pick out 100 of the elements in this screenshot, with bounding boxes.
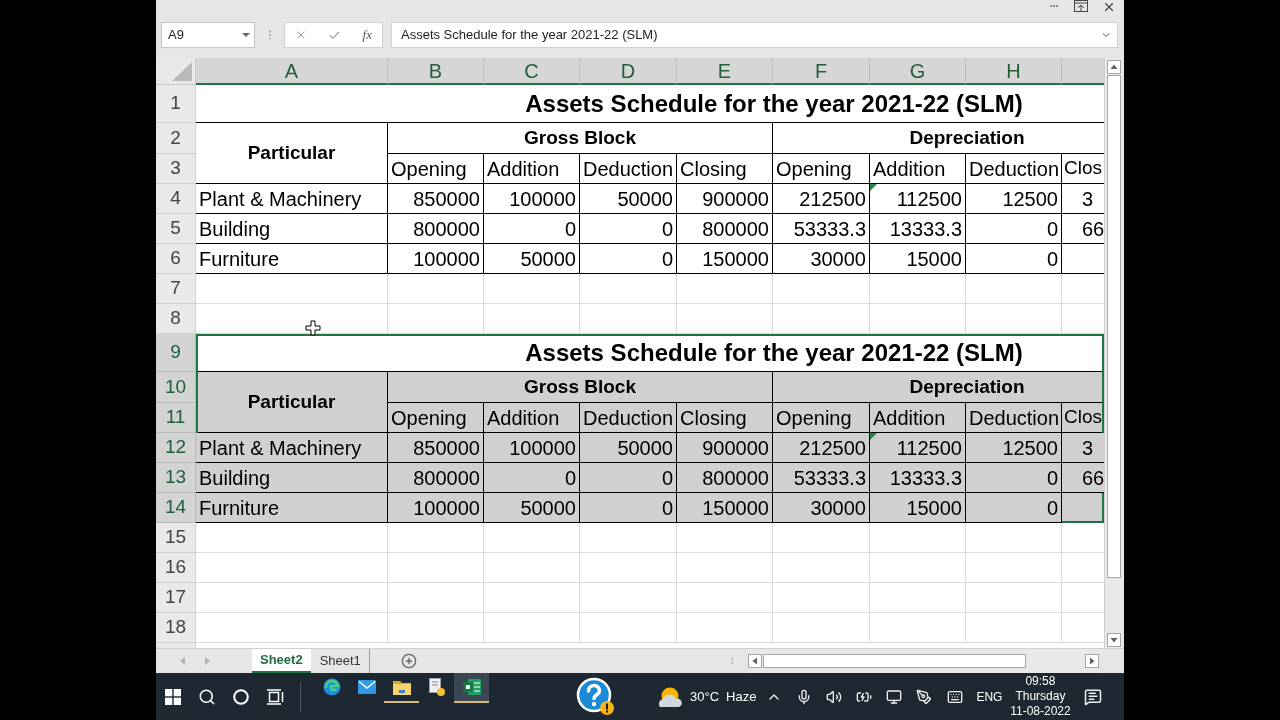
column-header[interactable]: D: [580, 58, 677, 85]
column-header[interactable]: B: [388, 58, 484, 85]
clock-time[interactable]: 09:58: [1025, 674, 1056, 689]
weather-condition[interactable]: Haze: [726, 686, 757, 707]
column-header[interactable]: [1062, 58, 1104, 85]
cell-value: 800000: [413, 465, 480, 491]
row-header[interactable]: 10: [156, 372, 196, 403]
cell-value: 53333.3: [793, 216, 866, 242]
row-header[interactable]: 11: [156, 403, 196, 433]
cell-value: 150000: [702, 246, 769, 272]
speaker-icon[interactable]: [826, 688, 843, 705]
spreadsheet-icon: [462, 679, 481, 695]
row-header[interactable]: 8: [156, 304, 196, 334]
search-icon[interactable]: [198, 687, 216, 706]
cell-value: 150000: [702, 495, 769, 521]
scroll-up-icon[interactable]: [1106, 60, 1121, 74]
header-cell: Opening: [773, 154, 870, 184]
cell-value: 850000: [413, 435, 480, 461]
cell-value: 112500: [896, 186, 962, 212]
row-header[interactable]: 6: [156, 244, 196, 274]
row-header[interactable]: 16: [156, 553, 196, 583]
cell-value: 0: [661, 465, 673, 491]
row-header[interactable]: 18: [156, 613, 196, 643]
cell-value: 0: [661, 216, 673, 242]
pen-icon[interactable]: [916, 688, 933, 705]
header-cell: Gross Block: [388, 372, 773, 403]
column-header[interactable]: G: [870, 58, 966, 85]
vertical-scrollbar[interactable]: [1104, 58, 1122, 648]
cell-value: 0: [1046, 495, 1058, 521]
scroll-left-icon[interactable]: [747, 654, 762, 668]
cancel-icon[interactable]: [295, 29, 307, 41]
weather-icon[interactable]: [657, 685, 683, 708]
row-header[interactable]: 9: [156, 334, 196, 372]
row-header[interactable]: 5: [156, 214, 196, 244]
column-header[interactable]: F: [773, 58, 870, 85]
row-header[interactable]: 1: [156, 85, 196, 123]
row-header[interactable]: 4: [156, 184, 196, 214]
cell-value: 13333.3: [889, 465, 962, 491]
cell-value: 212500: [799, 435, 866, 461]
browser-icon: [322, 678, 341, 696]
row-label: Building: [199, 465, 271, 491]
row-header[interactable]: 2: [156, 123, 196, 154]
column-header[interactable]: A: [196, 58, 388, 85]
cell-value: 12500: [1002, 186, 1058, 212]
header-cell: Addition: [870, 403, 966, 433]
mail-icon: [357, 680, 376, 694]
circle-icon[interactable]: [233, 688, 249, 705]
scrollbar-thumb[interactable]: [762, 654, 1026, 668]
row-label: Furniture: [199, 246, 280, 272]
scrollbar-thumb[interactable]: [1106, 75, 1121, 578]
row-header[interactable]: 7: [156, 274, 196, 304]
row-label: Plant & Machinery: [199, 186, 362, 212]
formula-field[interactable]: Assets Schedule for the year 2021-22 (SLM): [391, 22, 1118, 48]
dropdown-caret-icon[interactable]: [242, 33, 250, 37]
notification-icon[interactable]: [1084, 687, 1103, 706]
cell-value: 100000: [509, 435, 576, 461]
header-cell: Particular: [196, 372, 388, 433]
cell-value: 0: [564, 216, 576, 242]
cell-value: 850000: [413, 186, 480, 212]
sheet-tab[interactable]: Sheet2: [252, 649, 311, 673]
column-header[interactable]: H: [966, 58, 1062, 85]
language-indicator[interactable]: ENG: [976, 687, 1003, 706]
windows-logo-icon[interactable]: [165, 688, 181, 705]
cell-value: 12500: [1002, 435, 1058, 461]
row-header[interactable]: 14: [156, 493, 196, 523]
monitor-icon[interactable]: [886, 688, 903, 705]
table-title: Assets Schedule for the year 2021-22 (SLM): [525, 88, 1023, 119]
cell-value: 800000: [702, 465, 769, 491]
cell-value: 900000: [702, 186, 769, 212]
row-header[interactable]: 3: [156, 154, 196, 184]
row-header[interactable]: 13: [156, 463, 196, 493]
row-header[interactable]: 12: [156, 433, 196, 463]
row-header[interactable]: 15: [156, 523, 196, 553]
taskbar-app-button[interactable]: [454, 673, 489, 703]
column-header[interactable]: C: [484, 58, 580, 85]
header-cell: Addition: [484, 154, 580, 184]
cell-value: 15000: [906, 495, 962, 521]
header-cell: Opening: [388, 403, 484, 433]
folder-icon: [392, 679, 411, 695]
insert-function-button[interactable]: fx: [362, 25, 372, 45]
column-header[interactable]: E: [677, 58, 773, 85]
help-icon[interactable]: [576, 676, 616, 717]
temperature-text[interactable]: 30°C: [690, 686, 720, 707]
plus-circle-icon[interactable]: [400, 653, 417, 669]
cell-value: 3: [1082, 186, 1094, 212]
name-box[interactable]: A9: [161, 22, 255, 48]
clock-day[interactable]: Thursday: [1015, 689, 1066, 704]
header-cell: Closing: [677, 154, 773, 184]
scroll-down-icon[interactable]: [1106, 633, 1121, 647]
row-label: Building: [199, 216, 271, 242]
close-icon[interactable]: [1102, 0, 1116, 14]
row-header[interactable]: 17: [156, 583, 196, 613]
cell-value: 0: [661, 495, 673, 521]
cell-value: 30000: [810, 246, 866, 272]
table-title: Assets Schedule for the year 2021-22 (SLM): [525, 337, 1023, 368]
cell-value: 900000: [702, 435, 769, 461]
task-view-icon[interactable]: [266, 688, 284, 705]
scroll-right-icon[interactable]: [1084, 654, 1099, 668]
clock-date[interactable]: 11-08-2022: [1010, 704, 1071, 719]
header-cell: Clos: [1062, 403, 1104, 433]
